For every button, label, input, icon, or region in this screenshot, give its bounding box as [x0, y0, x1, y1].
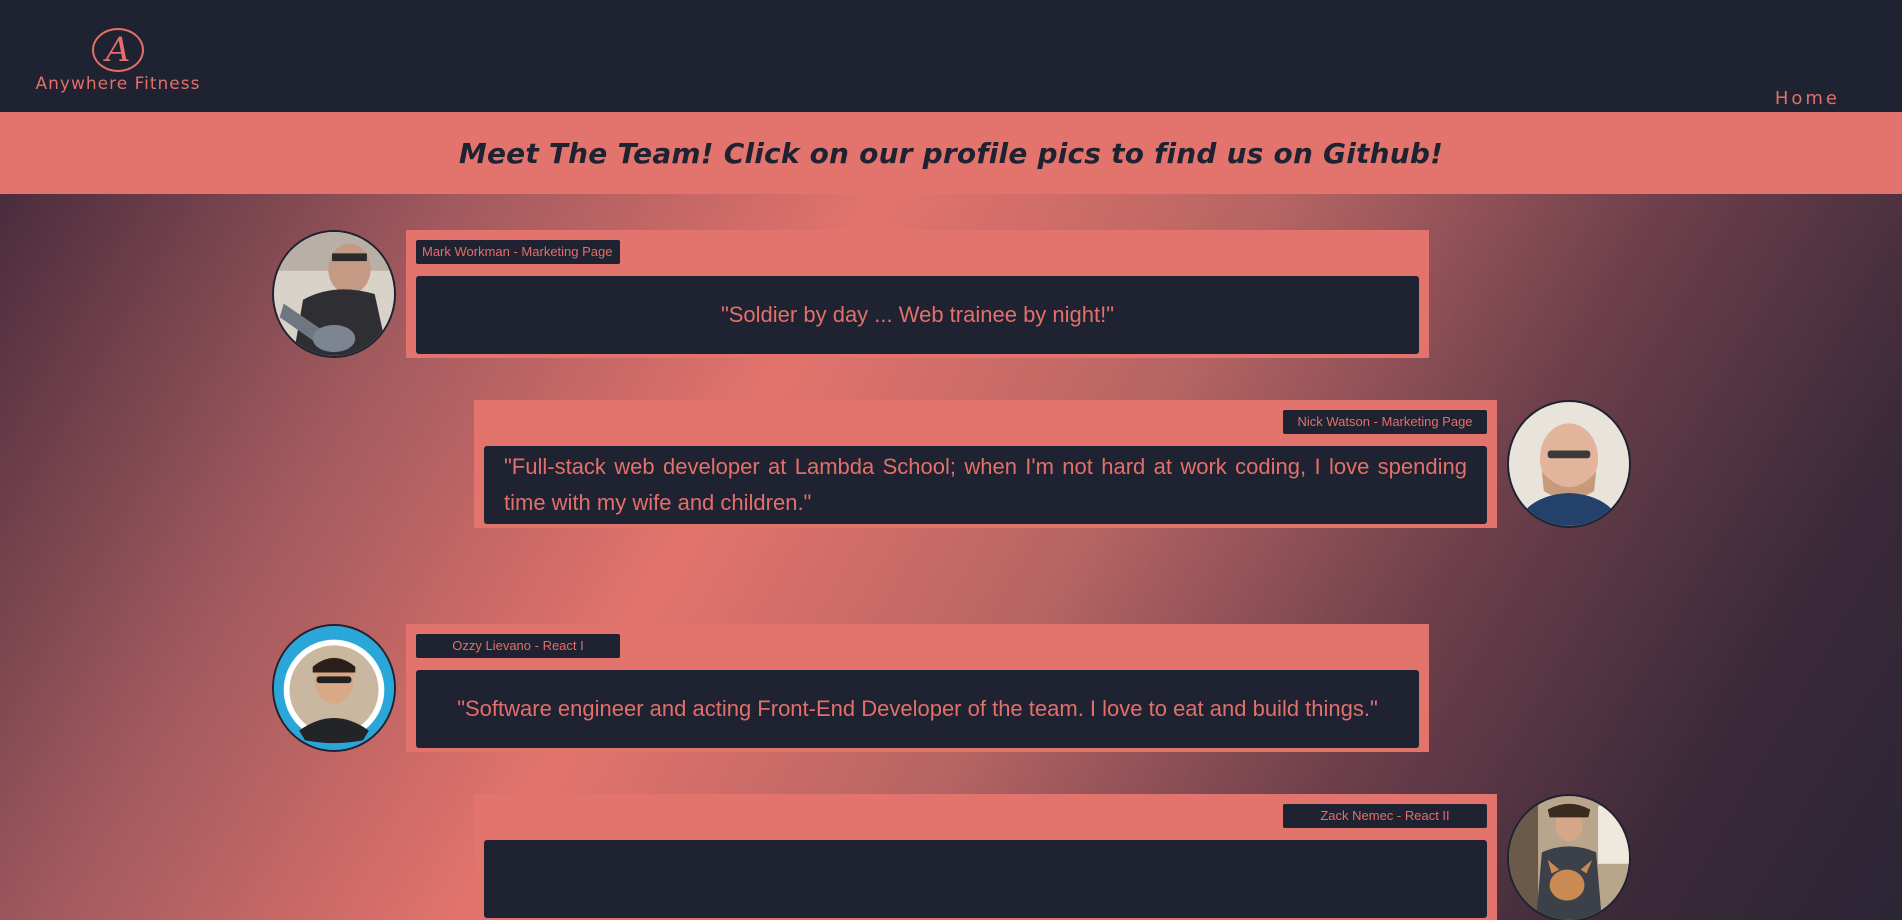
avatar-nick-watson[interactable]	[1507, 400, 1631, 528]
team-card-3: Ozzy Lievano - React I "Software enginee…	[406, 624, 1429, 752]
team-banner: Meet The Team! Click on our profile pics…	[0, 112, 1902, 194]
nav-home-link[interactable]: Home	[1775, 88, 1840, 109]
member-name-label: Ozzy Lievano - React I	[416, 634, 620, 658]
member-quote: "Full-stack web developer at Lambda Scho…	[484, 446, 1487, 524]
team-card-1: Mark Workman - Marketing Page "Soldier b…	[406, 230, 1429, 358]
member-quote	[484, 840, 1487, 918]
team-card-2: Nick Watson - Marketing Page "Full-stack…	[474, 400, 1497, 528]
team-card-4: Zack Nemec - React II	[474, 794, 1497, 920]
logo-icon: A	[92, 28, 144, 72]
avatar-ozzy-lievano[interactable]	[272, 624, 396, 752]
profile-photo-icon	[1509, 796, 1629, 920]
member-name-label: Zack Nemec - React II	[1283, 804, 1487, 828]
team-section: Mark Workman - Marketing Page "Soldier b…	[0, 194, 1902, 920]
member-quote: "Soldier by day ... Web trainee by night…	[416, 276, 1419, 354]
profile-photo-icon	[1509, 402, 1629, 526]
member-name-label: Mark Workman - Marketing Page	[416, 240, 620, 264]
avatar-mark-workman[interactable]	[272, 230, 396, 358]
site-header: A Anywhere Fitness Home	[0, 0, 1902, 112]
avatar-zack-nemec[interactable]	[1507, 794, 1631, 920]
logo[interactable]: A Anywhere Fitness	[28, 28, 208, 98]
banner-title: Meet The Team! Click on our profile pics…	[458, 136, 1444, 170]
profile-photo-icon	[274, 232, 394, 356]
profile-photo-icon	[274, 626, 394, 750]
logo-text: Anywhere Fitness	[35, 74, 201, 94]
member-name-label: Nick Watson - Marketing Page	[1283, 410, 1487, 434]
member-quote: "Software engineer and acting Front-End …	[416, 670, 1419, 748]
